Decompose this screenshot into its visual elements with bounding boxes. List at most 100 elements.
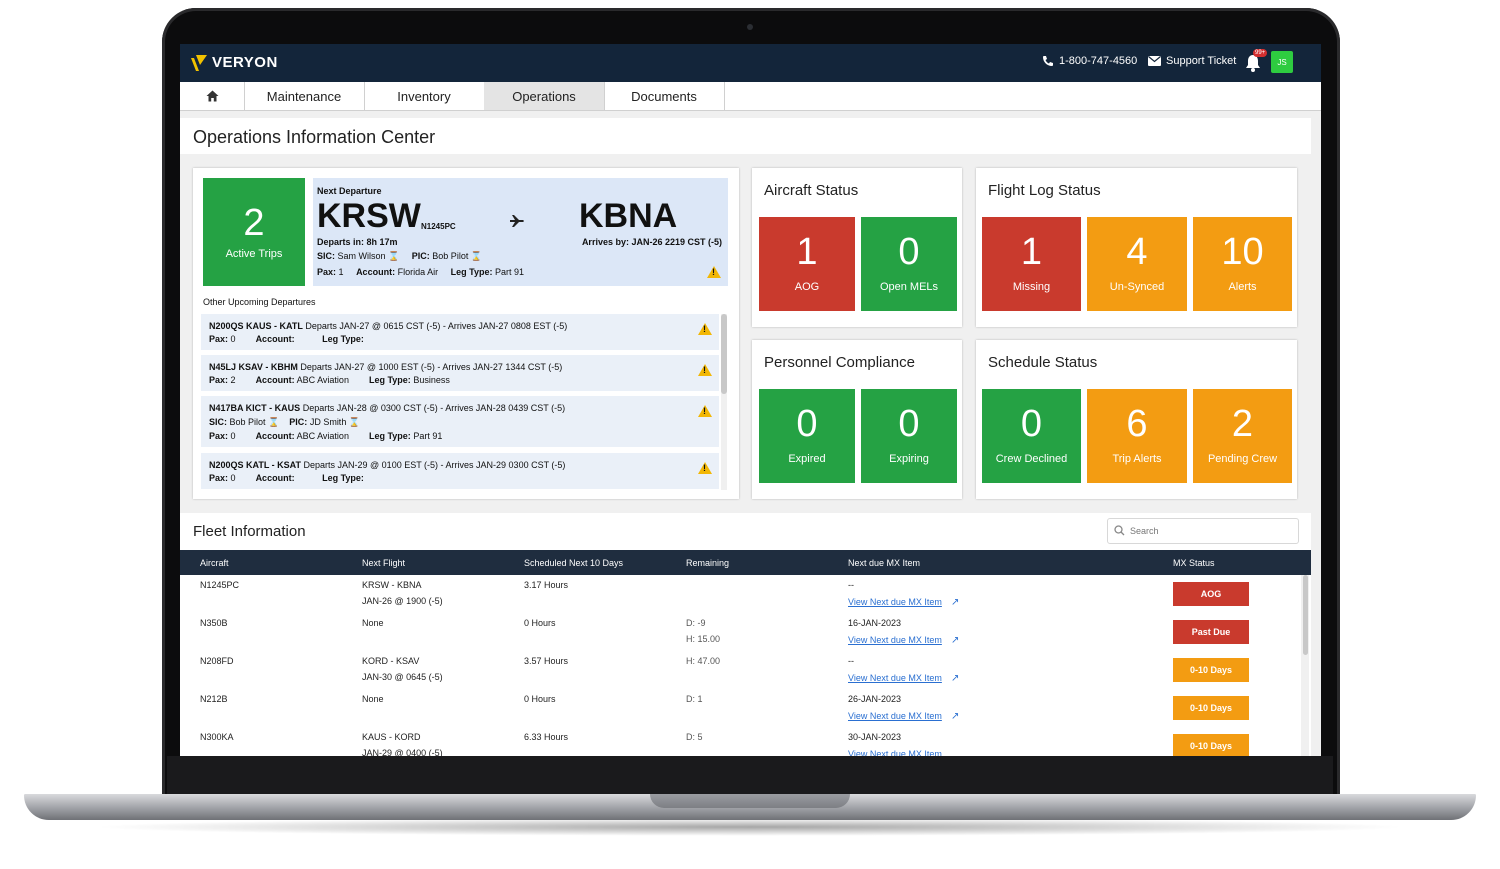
external-link-icon[interactable]: ↗ (951, 673, 959, 684)
crew-declined-tile[interactable]: 0 Crew Declined (982, 389, 1081, 483)
upcoming-scroll-thumb[interactable] (721, 314, 727, 394)
status-badge[interactable]: 0-10 Days (1173, 696, 1249, 720)
cell-next-flight-time: JAN-30 @ 0645 (-5) (362, 672, 443, 682)
unsynced-tile[interactable]: 4 Un-Synced (1087, 217, 1187, 311)
cell-remaining: H: 47.00 (686, 656, 721, 666)
fleet-scroll-thumb[interactable] (1303, 575, 1308, 655)
cell-next-flight: KAUS - KORD (362, 732, 421, 742)
phone-icon (1043, 56, 1053, 66)
phone-link[interactable]: 1-800-747-4560 (1042, 55, 1137, 67)
missing-tile[interactable]: 1 Missing (982, 217, 1081, 311)
col-next-flight[interactable]: Next Flight (362, 558, 405, 568)
upcoming-sic: Bob Pilot (229, 417, 266, 427)
table-row[interactable]: N208FD KORD - KSAV JAN-30 @ 0645 (-5) 3.… (180, 651, 1301, 690)
tile-label: Expiring (889, 453, 929, 465)
pic-name: Bob Pilot (432, 251, 469, 261)
tile-value: 0 (796, 403, 818, 445)
table-row[interactable]: N1245PC KRSW - KBNA JAN-26 @ 1900 (-5) 3… (180, 575, 1301, 614)
hourglass-icon: ⌛ (268, 417, 280, 427)
home-tab[interactable] (180, 82, 245, 110)
tile-value: 4 (1126, 231, 1148, 273)
search-input[interactable]: Search (1107, 518, 1299, 544)
mx-link[interactable]: View Next due MX Item (848, 711, 942, 721)
tile-label: Un-Synced (1109, 281, 1165, 293)
table-row[interactable]: N212B None 0 Hours D: 1 26-JAN-2023 View… (180, 689, 1301, 728)
upcoming-row[interactable]: N417BA KICT - KAUS Departs JAN-28 @ 0300… (201, 396, 719, 447)
upcoming-detail: Departs JAN-27 @ 0615 CST (-5) - Arrives… (302, 321, 568, 331)
pending-crew-tile[interactable]: 2 Pending Crew (1193, 389, 1292, 483)
col-aircraft[interactable]: Aircraft (200, 558, 229, 568)
mx-link[interactable]: View Next due MX Item (848, 597, 942, 607)
col-next-mx[interactable]: Next due MX Item (848, 558, 920, 568)
expired-tile[interactable]: 0 Expired (759, 389, 855, 483)
tile-value: 6 (1126, 403, 1148, 445)
top-bar: VERYON 1-800-747-4560 Support Ticket 99+… (180, 44, 1321, 82)
table-row[interactable]: N350B None 0 Hours D: -9 H: 15.00 16-JAN… (180, 613, 1301, 652)
cell-scheduled: 0 Hours (524, 618, 556, 628)
search-icon (1114, 525, 1125, 536)
schedule-status-panel: Schedule Status 0 Crew Declined 6 Trip Ale… (976, 340, 1297, 499)
tab-inventory[interactable]: Inventory (364, 82, 485, 110)
legtype-value: Part 91 (494, 267, 524, 277)
warning-icon (698, 364, 712, 376)
notification-badge: 99+ (1253, 49, 1268, 57)
aog-tile[interactable]: 1 AOG (759, 217, 855, 311)
destination-airport: KBNA (579, 197, 678, 235)
departures-panel: 2 Active Trips Next Departure KRSW N1245… (193, 168, 739, 499)
sic-name: Sam Wilson (337, 251, 386, 261)
tile-value: 1 (1020, 231, 1043, 273)
upcoming-row[interactable]: N200QS KATL - KSAT Departs JAN-29 @ 0100… (201, 453, 719, 489)
page-title: Operations Information Center (193, 127, 436, 147)
avatar[interactable]: JS (1271, 51, 1293, 73)
open-mels-tile[interactable]: 0 Open MELs (861, 217, 957, 311)
col-mx-status[interactable]: MX Status (1173, 558, 1215, 568)
main-nav: Maintenance Inventory Operations Documen… (180, 82, 1321, 111)
expiring-tile[interactable]: 0 Expiring (861, 389, 957, 483)
aircraft-status-panel: Aircraft Status 1 AOG 0 Open MELs (752, 168, 962, 327)
logo-text: VERYON (212, 53, 278, 71)
col-remaining[interactable]: Remaining (686, 558, 729, 568)
next-departure-heading: Next Departure (317, 186, 382, 196)
external-link-icon[interactable]: ↗ (951, 635, 959, 646)
active-trips-label: Active Trips (225, 248, 283, 260)
external-link-icon[interactable]: ↗ (951, 711, 959, 722)
tab-operations[interactable]: Operations (484, 82, 605, 110)
status-badge[interactable]: 0-10 Days (1173, 658, 1249, 682)
active-trips-count: 2 (243, 202, 265, 244)
cell-next-flight: None (362, 694, 384, 704)
upcoming-row[interactable]: N200QS KAUS - KATL Departs JAN-27 @ 0615… (201, 314, 719, 350)
cell-next-flight-time: JAN-26 @ 1900 (-5) (362, 596, 443, 606)
support-ticket-link[interactable]: Support Ticket (1148, 55, 1236, 67)
table-row[interactable]: N300KA KAUS - KORD JAN-29 @ 0400 (-5) 6.… (180, 727, 1301, 756)
col-scheduled[interactable]: Scheduled Next 10 Days (524, 558, 623, 568)
alerts-tile[interactable]: 10 Alerts (1193, 217, 1292, 311)
logo[interactable]: VERYON (190, 52, 278, 72)
laptop-chin (167, 756, 1333, 794)
tile-label: AOG (794, 281, 820, 293)
status-badge[interactable]: AOG (1173, 582, 1249, 606)
active-trips-tile[interactable]: 2 Active Trips (203, 178, 305, 286)
upcoming-row[interactable]: N45LJ KSAV - KBHM Departs JAN-27 @ 1000 … (201, 355, 719, 391)
cell-aircraft: N212B (200, 694, 228, 704)
status-badge[interactable]: 0-10 Days (1173, 734, 1249, 756)
cell-mx: 16-JAN-2023 (848, 618, 902, 628)
trip-alerts-tile[interactable]: 6 Trip Alerts (1087, 389, 1187, 483)
upcoming-legtype: Part 91 (413, 431, 443, 441)
upcoming-account: ABC Aviation (296, 375, 349, 385)
mx-link[interactable]: View Next due MX Item (848, 749, 942, 756)
tab-maintenance[interactable]: Maintenance (244, 82, 365, 110)
mx-link[interactable]: View Next due MX Item (848, 635, 942, 645)
panel-title: Aircraft Status (764, 182, 859, 199)
cell-next-flight: KORD - KSAV (362, 656, 420, 666)
next-departure-card[interactable]: Next Departure KRSW N1245PC KBNA Departs… (313, 178, 728, 286)
external-link-icon[interactable]: ↗ (951, 597, 959, 608)
tile-value: 10 (1221, 231, 1264, 273)
cell-aircraft: N1245PC (200, 580, 240, 590)
tile-value: 0 (898, 231, 920, 273)
tab-documents[interactable]: Documents (604, 82, 725, 110)
upcoming-heading: Other Upcoming Departures (203, 297, 316, 307)
status-badge[interactable]: Past Due (1173, 620, 1249, 644)
upcoming-pax: 2 (230, 375, 236, 385)
mx-link[interactable]: View Next due MX Item (848, 673, 942, 683)
account-label: Account: (356, 267, 396, 277)
